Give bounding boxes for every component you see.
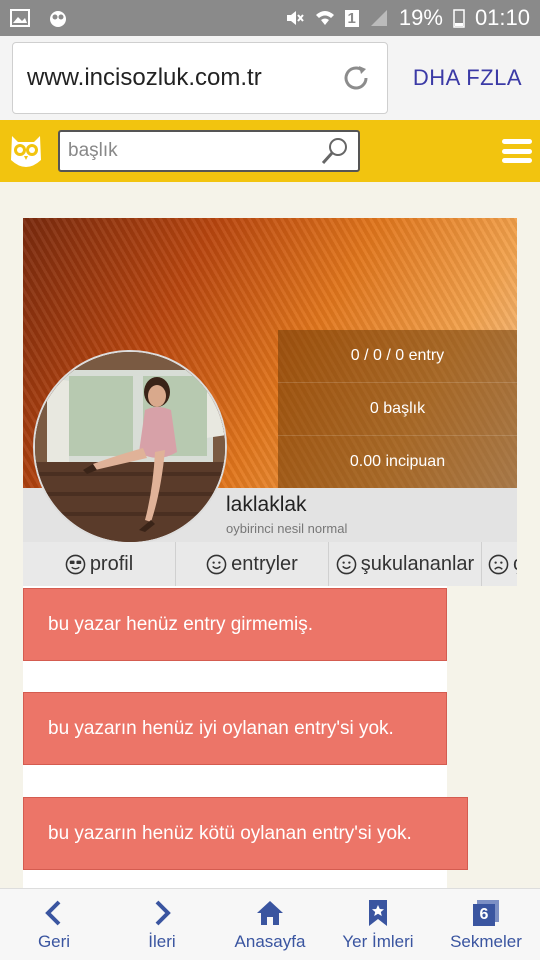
battery-icon [453,9,465,28]
smile-face-icon [206,554,227,574]
nav-label: Sekmeler [450,931,522,951]
user-type: oybirinci nesil normal [226,521,348,536]
tab-entryler[interactable]: entryler [176,542,329,586]
owl-logo-icon[interactable] [8,130,44,172]
status-bar: 1 19% 01:10 [0,0,540,36]
tab-sukulananlar[interactable]: şukulananlar [329,542,482,586]
search-box[interactable] [58,130,360,172]
nav-label: Geri [37,931,71,951]
wifi-icon [315,11,334,25]
back-button[interactable]: Geri [0,889,108,960]
smile-face-icon [336,554,357,574]
tab-label: ç [513,553,517,576]
nav-label: Anasayfa [234,931,306,951]
tab-cuklananlar[interactable]: ç [482,542,517,586]
clock: 01:10 [474,5,530,30]
nav-label: İleri [148,931,176,951]
signal-icon [370,10,387,26]
tab-label: profil [89,552,134,575]
bookmarks-button[interactable]: Yer İmleri [324,889,432,960]
search-input[interactable] [68,140,320,162]
cool-face-icon [65,554,86,574]
hamburger-menu-icon[interactable] [502,136,532,166]
stat-titles: 0 başlık [278,383,517,436]
site-header [0,120,540,182]
forward-button[interactable]: İleri [108,889,216,960]
tab-label: entryler [231,552,298,575]
mute-icon [286,11,304,25]
home-icon [257,900,283,925]
tab-label: şukulananlar [360,552,475,575]
notice-no-upvoted: bu yazarın henüz iyi oylanan entry'si yo… [23,692,447,765]
stat-points: 0.00 incipuan [349,453,446,470]
notice-no-downvoted: bu yazarın henüz kötü oylanan entry'si y… [23,797,468,870]
tabs-count: 6 [479,905,489,923]
profile-stats: 0 / 0 / 0 entry 0 başlık 0.00 incipuan [278,330,517,488]
url-text[interactable]: www.incisozluk.com.tr [27,64,339,92]
owl-notification-icon [50,11,66,27]
tabs-button[interactable]: 6 Sekmeler [432,889,540,960]
chevron-left-icon [45,900,61,925]
chevron-right-icon [155,900,171,925]
reload-icon[interactable] [339,61,373,95]
profile-tabs: profil entryler şukulananlar ç [23,542,517,586]
gallery-notification-icon [10,9,30,27]
more-button[interactable]: DHA FZLA [413,65,528,91]
search-icon[interactable] [320,136,350,166]
sim-indicator: 1 [344,9,359,27]
frown-face-icon [488,554,509,574]
avatar [33,350,227,544]
bookmark-icon [369,899,387,926]
browser-bottom-nav: Geri İleri Anasayfa Yer İmleri 6 Sekmele… [0,888,540,960]
address-bar[interactable]: www.incisozluk.com.tr [12,42,388,114]
nav-label: Yer İmleri [342,931,414,951]
battery-percent: 19% [398,5,443,30]
tabs-icon: 6 [471,898,501,928]
browser-toolbar: www.incisozluk.com.tr DHA FZLA [0,36,540,120]
username: laklaklak [226,493,307,516]
stat-entries: 0 / 0 / 0 entry [278,330,517,383]
home-button[interactable]: Anasayfa [216,889,324,960]
notice-no-entries: bu yazar henüz entry girmemiş. [23,588,447,661]
tab-profil[interactable]: profil [23,542,176,586]
